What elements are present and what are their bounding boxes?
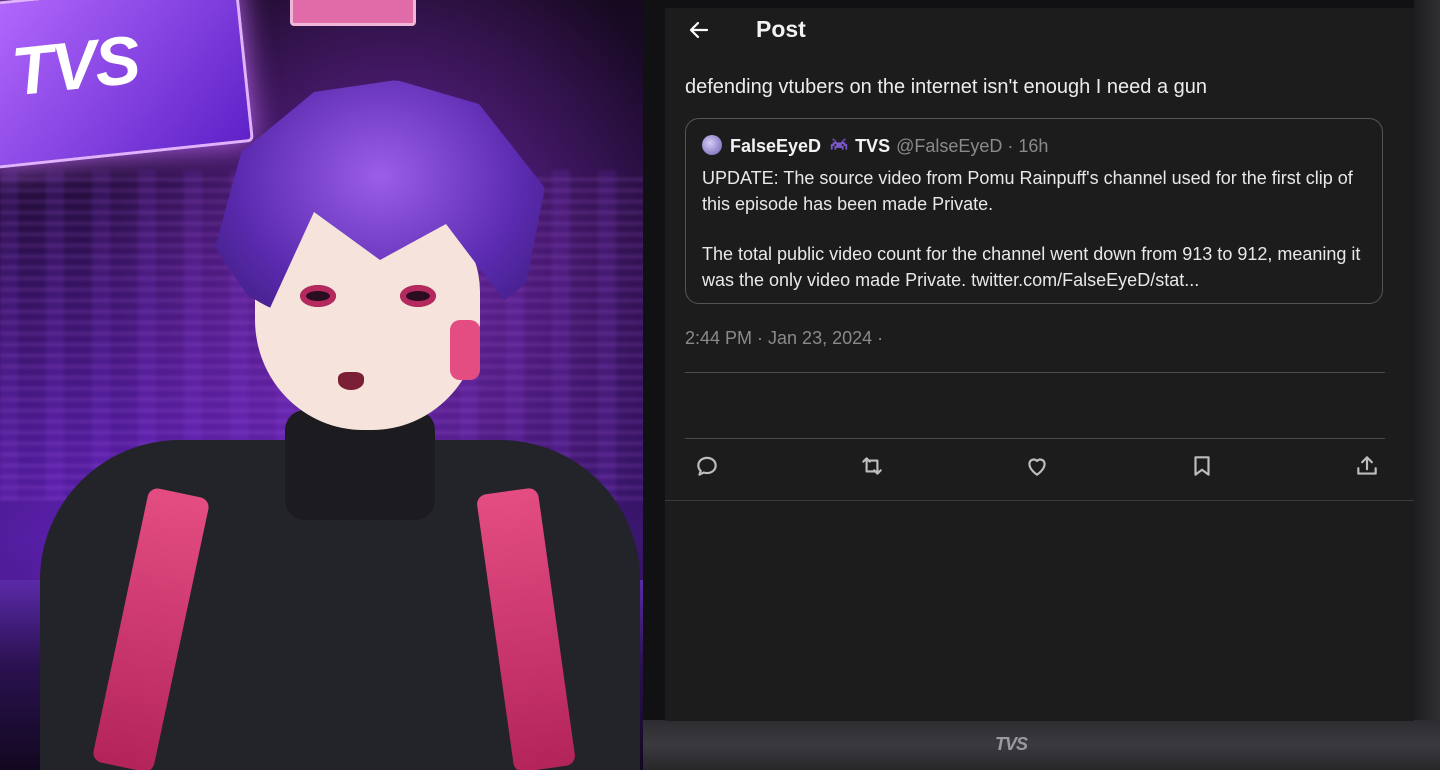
like-icon[interactable]	[1017, 446, 1057, 486]
retweet-icon[interactable]	[852, 446, 892, 486]
avatar[interactable]	[702, 135, 722, 155]
headset	[450, 320, 480, 380]
monitor-bezel-bottom: TVS	[643, 720, 1440, 770]
divider-bottom	[665, 500, 1414, 501]
monitor-brand: TVS	[995, 734, 1028, 754]
author-name[interactable]: FalseEyeD	[730, 136, 821, 156]
author-org: TVS	[855, 136, 891, 156]
avatar-eye-right	[400, 285, 436, 307]
post-screen: Post defending vtubers on the internet i…	[665, 8, 1414, 721]
quoted-paragraph-1: UPDATE: The source video from Pomu Rainp…	[702, 168, 1353, 214]
pink-sign	[290, 0, 416, 26]
quoted-post-header: FalseEyeD TVS @FalseEyeD · 16h	[702, 135, 1048, 157]
logo-sign-text: TVS	[8, 21, 142, 111]
post-timestamp[interactable]: 2:44 PM · Jan 23, 2024 ·	[685, 328, 883, 349]
quoted-paragraph-2: The total public video count for the cha…	[702, 244, 1361, 290]
tvs-logo-sign: TVS	[0, 0, 254, 170]
monitor: TVS Post defending vtubers on the intern…	[643, 0, 1440, 770]
quoted-post[interactable]: FalseEyeD TVS @FalseEyeD · 16h UPDATE: The…	[685, 118, 1383, 304]
space-invader-icon	[829, 137, 849, 155]
divider-middle	[685, 438, 1385, 439]
post-age: · 16h	[1007, 136, 1049, 156]
streamer-scene: TVS	[0, 0, 650, 770]
avatar-mouth	[338, 372, 364, 390]
action-bar	[665, 446, 1414, 492]
bookmark-icon[interactable]	[1182, 446, 1222, 486]
reply-icon[interactable]	[687, 446, 727, 486]
share-icon[interactable]	[1347, 446, 1387, 486]
avatar-eye-left	[300, 285, 336, 307]
post-text: defending vtubers on the internet isn't …	[685, 76, 1207, 98]
quoted-post-body: UPDATE: The source video from Pomu Rainp…	[702, 165, 1370, 317]
monitor-bezel-right	[1414, 0, 1440, 730]
post-header: Post	[665, 8, 1414, 54]
author-handle[interactable]: @FalseEyeD	[896, 136, 1002, 156]
page-title: Post	[756, 16, 806, 42]
back-arrow-icon[interactable]	[685, 18, 713, 46]
divider-top	[685, 372, 1385, 373]
